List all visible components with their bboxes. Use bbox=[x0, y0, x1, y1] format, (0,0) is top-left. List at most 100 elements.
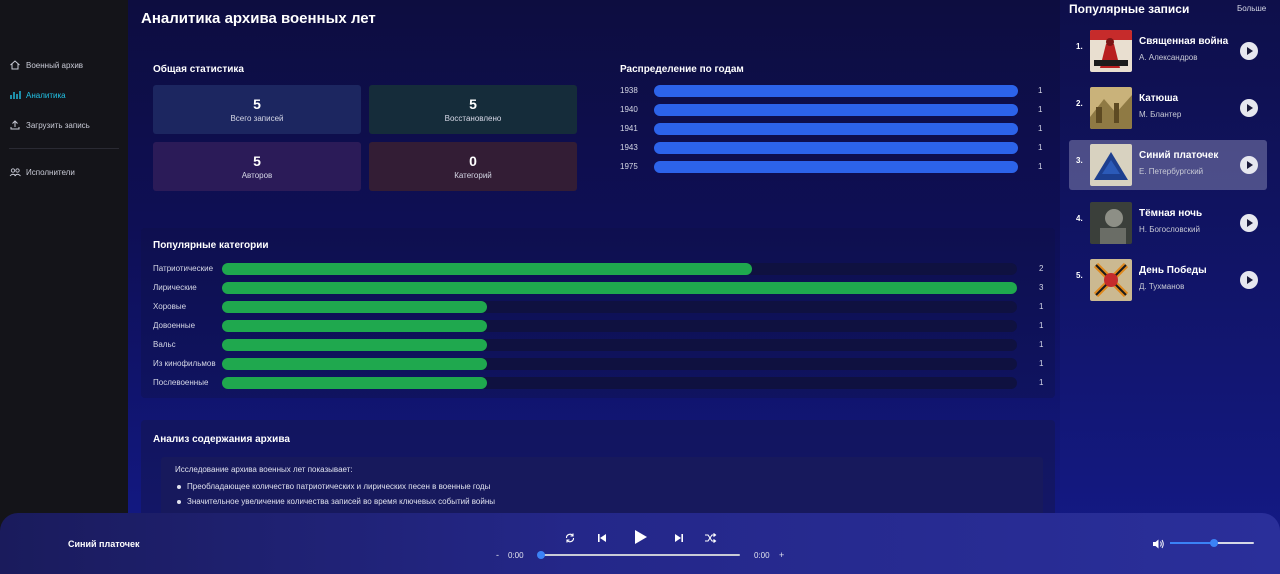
track-artist: Е. Петербургский bbox=[1139, 167, 1204, 176]
category-count: 1 bbox=[1039, 302, 1044, 311]
analysis-point: Значительное увеличение количества запис… bbox=[175, 497, 495, 512]
play-icon[interactable] bbox=[1240, 214, 1258, 232]
volume-slider[interactable] bbox=[1170, 539, 1254, 547]
stat-card-categories: 0 Категорий bbox=[369, 142, 577, 191]
play-icon[interactable] bbox=[1240, 271, 1258, 289]
category-count: 1 bbox=[1039, 321, 1044, 330]
track-cover-image bbox=[1090, 30, 1132, 72]
popular-track-item[interactable]: 1. Священная война А. Александров bbox=[1069, 26, 1267, 76]
category-row: Лирические 3 bbox=[153, 282, 1053, 294]
year-row: 1943 1 bbox=[620, 142, 1050, 154]
year-row: 1940 1 bbox=[620, 104, 1050, 116]
skip-previous-icon bbox=[598, 534, 606, 542]
year-label: 1940 bbox=[620, 105, 638, 114]
category-label: Вальс bbox=[153, 340, 176, 349]
progress-slider[interactable] bbox=[537, 551, 740, 559]
track-title: День Победы bbox=[1139, 265, 1207, 276]
skip-next-icon bbox=[675, 534, 683, 542]
year-bar bbox=[654, 161, 1018, 173]
chart-icon bbox=[10, 91, 21, 99]
category-bar-track bbox=[222, 282, 1017, 294]
category-label: Довоенные bbox=[153, 321, 196, 330]
stat-label: Восстановлено bbox=[444, 114, 502, 123]
category-row: Вальс 1 bbox=[153, 339, 1053, 351]
category-count: 1 bbox=[1039, 378, 1044, 387]
year-row: 1938 1 bbox=[620, 85, 1050, 97]
main-content: Аналитика архива военных лет Общая стати… bbox=[128, 0, 1060, 574]
volume-icon bbox=[1153, 539, 1164, 549]
sidebar-item-label: Исполнители bbox=[26, 167, 75, 177]
category-label: Лирические bbox=[153, 283, 197, 292]
sidebar-item-upload[interactable]: Загрузить запись bbox=[9, 119, 90, 131]
category-count: 2 bbox=[1039, 264, 1044, 273]
play-icon[interactable] bbox=[1240, 99, 1258, 117]
year-count: 1 bbox=[1038, 124, 1043, 133]
analysis-title: Анализ содержания архива bbox=[153, 434, 290, 445]
volume-button[interactable] bbox=[1152, 537, 1165, 555]
year-label: 1975 bbox=[620, 162, 638, 171]
stat-label: Авторов bbox=[241, 171, 273, 180]
popular-track-item-active[interactable]: 3. Синий платочек Е. Петербургский bbox=[1069, 140, 1267, 190]
category-bar bbox=[222, 377, 487, 389]
category-bar-track bbox=[222, 377, 1017, 389]
year-row: 1975 1 bbox=[620, 161, 1050, 173]
sidebar: Военный архив Аналитика Загрузить запись… bbox=[0, 0, 128, 574]
more-link[interactable]: Больше bbox=[1237, 4, 1266, 13]
current-time: 0:00 bbox=[508, 551, 524, 560]
category-bar bbox=[222, 282, 1017, 294]
year-bar bbox=[654, 123, 1018, 135]
shuffle-button[interactable] bbox=[704, 532, 717, 544]
sidebar-item-analytics[interactable]: Аналитика bbox=[9, 89, 66, 101]
track-number: 3. bbox=[1076, 156, 1083, 165]
categories-panel bbox=[141, 228, 1055, 398]
sidebar-item-label: Аналитика bbox=[26, 90, 66, 100]
sidebar-item-military-archive[interactable]: Военный архив bbox=[9, 59, 83, 71]
repeat-icon bbox=[565, 533, 575, 543]
volume-fill bbox=[1170, 542, 1214, 544]
home-icon bbox=[10, 60, 20, 70]
play-button[interactable] bbox=[631, 528, 649, 546]
track-cover-image bbox=[1090, 259, 1132, 301]
analysis-point: Преобладающее количество патриотических … bbox=[175, 482, 495, 497]
popular-title: Популярные записи bbox=[1069, 2, 1190, 16]
year-count: 1 bbox=[1038, 143, 1043, 152]
category-bar bbox=[222, 358, 487, 370]
sidebar-item-label: Военный архив bbox=[26, 60, 84, 70]
popular-track-item[interactable]: 4. Тёмная ночь Н. Богословский bbox=[1069, 198, 1267, 248]
duration-time: 0:00 bbox=[754, 551, 770, 560]
stat-label: Категорий bbox=[454, 171, 492, 180]
track-title: Катюша bbox=[1139, 93, 1179, 104]
previous-button[interactable] bbox=[596, 532, 608, 544]
track-number: 4. bbox=[1076, 214, 1083, 223]
year-count: 1 bbox=[1038, 86, 1043, 95]
sidebar-item-performers[interactable]: Исполнители bbox=[9, 166, 75, 178]
stat-card-total: 5 Всего записей bbox=[153, 85, 361, 134]
seek-forward-button[interactable]: + bbox=[779, 550, 784, 560]
category-row: Послевоенные 1 bbox=[153, 377, 1053, 389]
repeat-button[interactable] bbox=[564, 532, 576, 544]
category-bar-track bbox=[222, 320, 1017, 332]
track-artist: А. Александров bbox=[1139, 53, 1198, 62]
category-row: Довоенные 1 bbox=[153, 320, 1053, 332]
category-bar-track bbox=[222, 358, 1017, 370]
track-artist: М. Блантер bbox=[1139, 110, 1182, 119]
track-number: 2. bbox=[1076, 99, 1083, 108]
play-icon[interactable] bbox=[1240, 156, 1258, 174]
play-icon[interactable] bbox=[1240, 42, 1258, 60]
popular-track-item[interactable]: 5. День Победы Д. Тухманов bbox=[1069, 255, 1267, 305]
track-title: Синий платочек bbox=[1139, 150, 1219, 161]
volume-thumb[interactable] bbox=[1209, 539, 1218, 547]
year-count: 1 bbox=[1038, 162, 1043, 171]
category-bar bbox=[222, 263, 753, 275]
sidebar-divider bbox=[9, 148, 119, 149]
sidebar-item-label: Загрузить запись bbox=[26, 120, 90, 130]
year-bar-track bbox=[654, 161, 1018, 173]
stat-value: 5 bbox=[253, 153, 261, 169]
seek-back-button[interactable]: - bbox=[496, 550, 499, 560]
track-cover-image bbox=[1090, 87, 1132, 129]
stat-label: Всего записей bbox=[230, 114, 284, 123]
popular-track-item[interactable]: 2. Катюша М. Блантер bbox=[1069, 83, 1267, 133]
next-button[interactable] bbox=[673, 532, 685, 544]
progress-thumb[interactable] bbox=[537, 551, 545, 559]
popular-panel: Популярные записи Больше 1. Священная во… bbox=[1060, 0, 1280, 574]
